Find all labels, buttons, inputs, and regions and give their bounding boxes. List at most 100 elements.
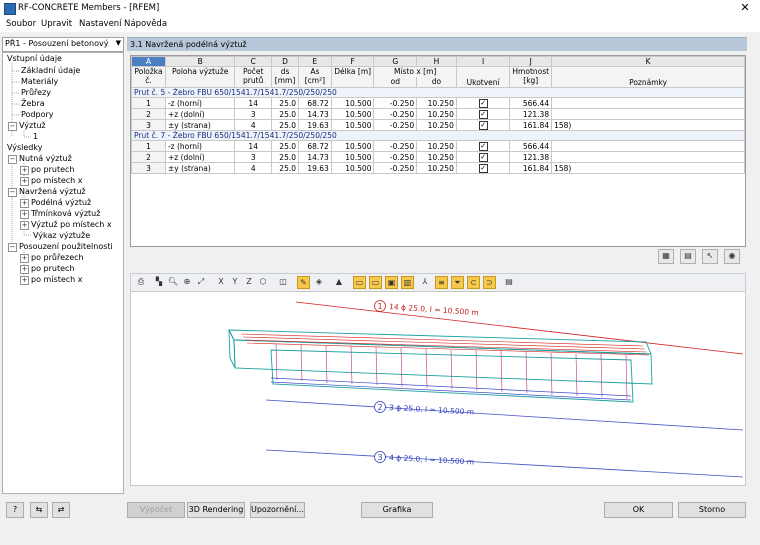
menu-file[interactable]: Soubor	[6, 19, 36, 29]
cell-area[interactable]: 68.72	[298, 140, 332, 152]
export-excel-icon[interactable]: ▦	[658, 249, 674, 264]
tree-item-service-locations[interactable]: po místech x	[31, 275, 83, 284]
tree-item-supports[interactable]: Podpory	[21, 110, 54, 119]
cell-position[interactable]: +z (dolní)	[164, 151, 236, 163]
expand-icon[interactable]: +	[20, 276, 29, 285]
cell-length[interactable]: 10.500	[330, 108, 375, 120]
col-letter[interactable]: A	[131, 56, 166, 67]
dimension-icon[interactable]: ⊃	[483, 276, 496, 289]
cell-position[interactable]: ±y (strana)	[164, 119, 236, 131]
col-letter[interactable]: J	[509, 56, 553, 67]
table-row[interactable]: 1 -z (horní) 14 25.0 68.72 10.500 -0.250…	[131, 97, 745, 109]
cell-from[interactable]: -0.250	[373, 97, 418, 109]
cell-diameter[interactable]: 25.0	[271, 97, 299, 109]
cell-anchorage[interactable]: ✓	[455, 108, 511, 120]
tree-item-reinforcement-1[interactable]: 1	[33, 132, 38, 141]
cell-to[interactable]: 10.250	[416, 108, 457, 120]
anchorage-checkbox[interactable]: ✓	[478, 164, 488, 173]
table-row[interactable]: 1 -z (horní) 14 25.0 68.72 10.500 -0.250…	[131, 140, 745, 152]
tree-item-basic-data[interactable]: Základní údaje	[21, 66, 80, 75]
expand-icon[interactable]: +	[20, 210, 29, 219]
tree-results-root[interactable]: Výsledky	[7, 143, 42, 152]
collapse-icon[interactable]: −	[8, 188, 17, 197]
cell-position[interactable]: +z (dolní)	[164, 108, 236, 120]
menu-settings[interactable]: Nastavení	[79, 19, 122, 29]
tree-item-materials[interactable]: Materiály	[21, 77, 58, 86]
cell-area[interactable]: 14.73	[298, 151, 332, 163]
cell-area[interactable]: 14.73	[298, 108, 332, 120]
cell-area[interactable]: 19.63	[298, 119, 332, 131]
collapse-icon[interactable]: −	[8, 155, 17, 164]
menu-help[interactable]: Nápověda	[124, 19, 167, 29]
zoom-icon[interactable]: 🔍︎	[167, 276, 179, 288]
isometric-icon[interactable]: ⬡	[257, 276, 269, 288]
member-group-row[interactable]: Prut č. 7 - Žebro FBU 650/1541.7/1541.7/…	[131, 130, 745, 141]
cell-length[interactable]: 10.500	[330, 119, 375, 131]
chevron-down-icon[interactable]: ▼	[116, 39, 121, 47]
graphics-button[interactable]: Grafika	[361, 502, 433, 518]
cell-notes[interactable]	[551, 97, 745, 109]
cell-mass[interactable]: 161.84	[509, 162, 553, 174]
table-row[interactable]: 2 +z (dolní) 3 25.0 14.73 10.500 -0.250 …	[131, 151, 745, 163]
cell-count[interactable]: 3	[234, 151, 273, 163]
cell-to[interactable]: 10.250	[416, 97, 457, 109]
member-group-row[interactable]: Prut č. 5 - Žebro FBU 650/1541.7/1541.7/…	[131, 87, 745, 98]
cell-length[interactable]: 10.500	[330, 140, 375, 152]
case-select[interactable]: PŘ1 - Posouzení betonových pr ▼	[2, 37, 124, 52]
cell-to[interactable]: 10.250	[416, 162, 457, 174]
table-row[interactable]: 3 ±y (strana) 4 25.0 19.63 10.500 -0.250…	[131, 119, 745, 131]
anchorage-checkbox[interactable]: ✓	[478, 121, 488, 130]
col-letter[interactable]: I	[455, 56, 511, 67]
tree-item-sections[interactable]: Průřezy	[21, 88, 51, 97]
view-x-icon[interactable]: X	[215, 276, 227, 288]
expand-icon[interactable]: +	[20, 177, 29, 186]
tree-item-required[interactable]: Nutná výztuž	[19, 154, 72, 163]
render-icon[interactable]: ◈	[313, 276, 325, 288]
cell-diameter[interactable]: 25.0	[271, 140, 299, 152]
cell-diameter[interactable]: 25.0	[271, 151, 299, 163]
cell-position[interactable]: -z (horní)	[164, 97, 236, 109]
col-letter[interactable]: C	[234, 56, 273, 67]
cell-area[interactable]: 19.63	[298, 162, 332, 174]
cell-notes[interactable]: 158)	[551, 162, 745, 174]
select-icon[interactable]: ▚	[153, 276, 165, 288]
anchorage-checkbox[interactable]: ✓	[478, 142, 488, 151]
import-icon[interactable]: ⇆	[30, 502, 48, 518]
close-icon[interactable]: ✕	[738, 1, 752, 14]
cell-mass[interactable]: 566.44	[509, 140, 553, 152]
col-letter[interactable]: G	[373, 56, 418, 67]
numbering-icon[interactable]: ⊂	[467, 276, 480, 289]
anchorage-checkbox[interactable]: ✓	[478, 99, 488, 108]
col-letter[interactable]: B	[164, 56, 236, 67]
cell-diameter[interactable]: 25.0	[271, 162, 299, 174]
tree-item-service-members[interactable]: po prutech	[31, 264, 74, 273]
cell-to[interactable]: 10.250	[416, 119, 457, 131]
tree-item-required-locations[interactable]: po místech x	[31, 176, 83, 185]
tree-item-serviceability[interactable]: Posouzení použitelnosti	[19, 242, 113, 251]
cell-from[interactable]: -0.250	[373, 151, 418, 163]
ok-button[interactable]: OK	[604, 502, 673, 518]
cell-notes[interactable]	[551, 140, 745, 152]
funnel-icon[interactable]: ⏷	[451, 276, 464, 289]
render-3d-button[interactable]: 3D Rendering	[187, 502, 245, 518]
cell-from[interactable]: -0.250	[373, 140, 418, 152]
tree-item-reinforcement[interactable]: Výztuž	[19, 121, 46, 130]
cell-mass[interactable]: 566.44	[509, 97, 553, 109]
cell-to[interactable]: 10.250	[416, 151, 457, 163]
cell-diameter[interactable]: 25.0	[271, 108, 299, 120]
cell-position[interactable]: ±y (strana)	[164, 162, 236, 174]
export-icon[interactable]: ⇄	[52, 502, 70, 518]
settings-icon[interactable]: ▤	[503, 276, 515, 288]
reinforcement-3d-view[interactable]: 1 14 ϕ 25.0, l = 10.500 m 2 3 ϕ 25.0, l …	[131, 292, 745, 485]
bars-icon[interactable]: ≡	[435, 276, 448, 289]
cube-icon[interactable]: ◫	[277, 276, 289, 288]
view-icon[interactable]: ◉	[724, 249, 740, 264]
cancel-button[interactable]: Storno	[678, 502, 746, 518]
cell-from[interactable]: -0.250	[373, 162, 418, 174]
tree-item-stirrups[interactable]: Třmínková výztuž	[31, 209, 100, 218]
print-icon[interactable]: ⎙	[135, 276, 147, 288]
view-z-icon[interactable]: Z	[243, 276, 255, 288]
expand-icon[interactable]: +	[20, 166, 29, 175]
cell-anchorage[interactable]: ✓	[455, 140, 511, 152]
tree-item-required-members[interactable]: po prutech	[31, 165, 74, 174]
